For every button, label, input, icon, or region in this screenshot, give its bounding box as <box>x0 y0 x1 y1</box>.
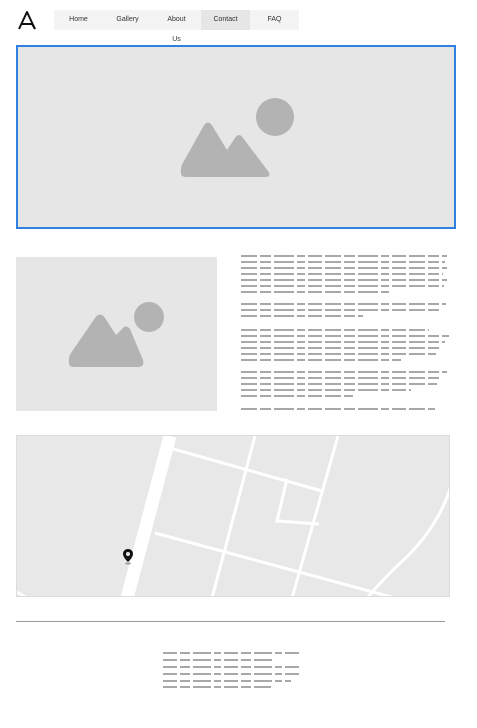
greeked-text-lines <box>163 652 301 688</box>
nav-item-gallery[interactable]: Gallery <box>103 10 152 30</box>
nav-bar: Home Gallery About Us Contact FAQ <box>54 10 299 43</box>
footer-divider <box>16 621 445 622</box>
content-image[interactable] <box>16 257 217 411</box>
nav-item-home[interactable]: Home <box>54 10 103 30</box>
logo-icon[interactable] <box>16 9 38 31</box>
footer-text <box>163 649 305 691</box>
text-block <box>241 252 453 416</box>
nav-item-faq[interactable]: FAQ <box>250 10 299 30</box>
map-widget[interactable] <box>16 435 450 597</box>
image-placeholder-icon <box>68 302 164 367</box>
greeked-text-lines <box>241 255 449 410</box>
map-roads <box>17 436 449 596</box>
nav-item-contact[interactable]: Contact <box>201 10 250 30</box>
map-pin-icon[interactable] <box>123 549 133 565</box>
nav-item-about-us[interactable]: About Us <box>152 10 201 43</box>
hero-image[interactable] <box>16 45 456 229</box>
image-placeholder-icon <box>180 98 294 177</box>
